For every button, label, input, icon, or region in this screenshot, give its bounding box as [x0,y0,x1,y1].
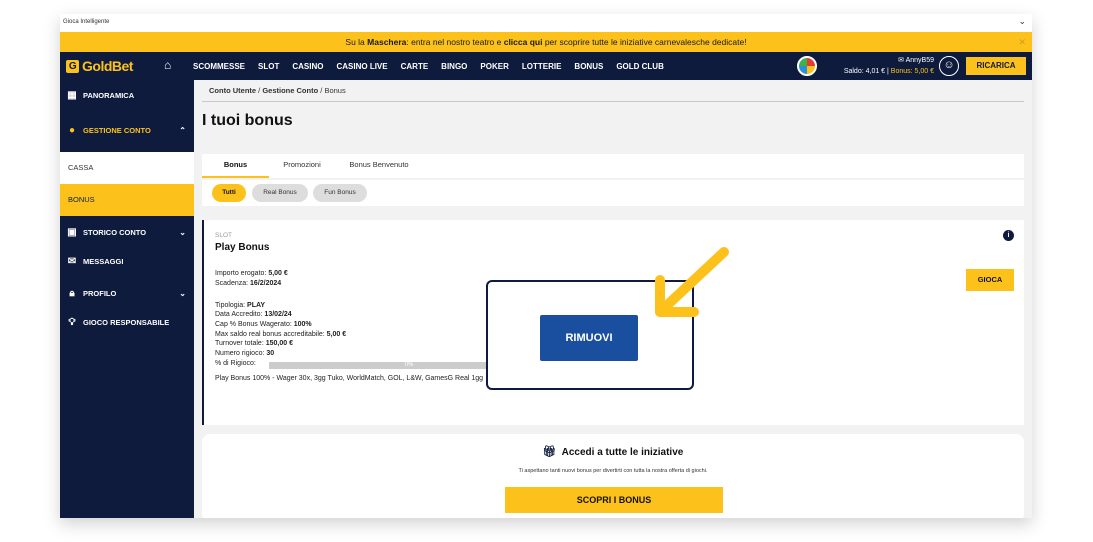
lock-icon: 🔒︎ [69,287,75,299]
nav-slot[interactable]: SLOT [258,62,279,71]
promo-banner[interactable]: Su la Maschera: entra nel nostro teatro … [60,32,1032,52]
top-navbar: G GoldBet ⌂ SCOMMESSE SLOT CASINO CASINO… [60,52,1032,80]
gioca-button[interactable]: GIOCA [966,269,1014,291]
browser-frame: Gioca Intelligente ⌄ Su la Maschera: ent… [60,14,1032,518]
nav-casino-live[interactable]: CASINO LIVE [336,62,387,71]
sidebar-item-label: MESSAGGI [83,256,124,266]
mail-icon: ✉ [67,255,77,267]
iniziative-panel: 🎁︎ Accedi a tutte le iniziative Ti aspett… [202,434,1024,518]
nav-bonus[interactable]: BONUS [574,62,603,71]
bonus-turnover: Turnover totale: 150,00 € [215,340,293,347]
filter-tutti[interactable]: Tutti [212,184,246,202]
nav-bingo[interactable]: BINGO [441,62,467,71]
bonus-max-saldo: Max saldo real bonus accreditabile: 5,00… [215,331,347,338]
bonus-numero-rigioco: Numero rigioco: 30 [215,350,275,357]
sidebar-item-label: GIOCO RESPONSABILE [83,317,170,327]
nav-poker[interactable]: POKER [480,62,508,71]
bonus-cap: Cap % Bonus Wagerato: 100% [215,321,312,328]
tab-bar: Bonus Promozioni Bonus Benvenuto [202,154,1024,178]
sidebar-item-label: GESTIONE CONTO [83,125,151,135]
gift-icon: 🎁︎ [542,446,557,458]
scopri-bonus-button[interactable]: SCOPRI I BONUS [505,487,723,513]
nav-carte[interactable]: CARTE [401,62,429,71]
breadcrumb-bonus: Bonus [324,86,346,95]
tab-bonus-benvenuto[interactable]: Bonus Benvenuto [339,154,419,178]
bonus-importo: Importo erogato: 5,00 € [215,270,288,277]
promo-text: Su la [345,37,368,47]
chevron-down-icon: ⌄ [179,288,186,298]
pointer-arrow-icon [655,247,729,317]
logo-mark: G [66,59,79,73]
ricarica-button[interactable]: RICARICA [966,57,1026,75]
chevron-down-icon: ⌄ [179,227,186,237]
chevron-up-icon: ⌃ [179,125,186,135]
username: AnnyB59 [905,57,934,64]
sidebar-item-messaggi[interactable]: ✉ MESSAGGI [60,248,194,274]
sidebar-item-bonus[interactable]: BONUS [60,184,194,216]
breadcrumb: Conto Utente / Gestione Conto / Bonus [209,86,346,95]
sidebar-item-label: PROFILO [83,288,117,298]
nav-scommesse[interactable]: SCOMMESSE [193,62,245,71]
sidebar-item-storico-conto[interactable]: ▣ STORICO CONTO ⌄ [60,219,194,245]
home-icon[interactable]: ⌂ [164,58,171,72]
arrow-shaft [657,247,729,315]
sidebar: ▦ PANORAMICA ● GESTIONE CONTO ⌃ CASSA BO… [60,80,194,518]
iniziative-title-row: 🎁︎ Accedi a tutte le iniziative [202,445,1024,458]
bonus-scadenza: Scadenza: 16/2/2024 [215,280,282,287]
promo-text-end: per scoprire tutte le iniziative carneva… [542,37,747,47]
bonus-category: SLOT [215,232,232,239]
mail-icon[interactable]: ✉ [898,57,904,64]
promo-bold-maschera: Maschera [367,37,407,47]
nav-lotterie[interactable]: LOTTERIE [522,62,562,71]
promo-text-mid: : entra nel nostro teatro e [406,37,504,47]
window-title: Gioca Intelligente [63,19,110,25]
window-titlebar: Gioca Intelligente ⌄ [60,14,1032,32]
bonus-tipologia: Tipologia: PLAY [215,302,266,309]
promo-link[interactable]: clicca qui [504,37,543,47]
sidebar-item-gioco-responsabile[interactable]: 💡︎ GIOCO RESPONSABILE [60,309,194,335]
tab-bonus[interactable]: Bonus [202,154,269,178]
sidebar-item-cassa[interactable]: CASSA [60,152,194,184]
account-summary[interactable]: ✉ AnnyB59 Saldo: 4,01 € | Bonus: 5,00 € [822,55,934,77]
divider [202,101,1024,102]
grid-icon: ▦ [67,89,77,101]
sidebar-item-gestione-conto[interactable]: ● GESTIONE CONTO ⌃ [60,117,194,143]
user-circle-icon: ● [68,124,76,136]
breadcrumb-conto-utente[interactable]: Conto Utente [209,86,256,95]
bonus-description: Play Bonus 100% - Wager 30x, 3gg Tuko, W… [215,375,484,382]
bonus-data-accredito: Data Accredito: 13/02/24 [215,311,292,318]
prize-wheel-icon[interactable] [797,56,817,76]
iniziative-subtitle: Ti aspettano tanti nuovi bonus per diver… [518,468,708,474]
filter-bar: Tutti Real Bonus Fun Bonus [202,180,1024,206]
nav-casino[interactable]: CASINO [292,62,323,71]
close-icon[interactable]: ✕ [1018,32,1026,52]
chevron-down-icon[interactable]: ⌄ [1018,16,1026,27]
saldo: Saldo: 4,01 € [843,68,886,75]
filter-real-bonus[interactable]: Real Bonus [252,184,308,202]
sidebar-item-profilo[interactable]: 🔒︎ PROFILO ⌄ [60,280,194,306]
page-title: I tuoi bonus [202,112,293,129]
logo[interactable]: G GoldBet [66,58,133,74]
breadcrumb-gestione-conto[interactable]: Gestione Conto [262,86,318,95]
wallet-icon: ▣ [67,226,77,238]
filter-fun-bonus[interactable]: Fun Bonus [313,184,367,202]
bonus-name: Play Bonus [215,242,270,253]
iniziative-title: Accedi a tutte le iniziative [561,447,684,458]
sidebar-item-panoramica[interactable]: ▦ PANORAMICA [60,82,194,108]
user-icon[interactable]: ☺ [939,56,959,76]
bulb-icon: 💡︎ [68,316,76,328]
rimuovi-button[interactable]: RIMUOVI [540,315,638,361]
sidebar-item-label: PANORAMICA [83,90,135,100]
bonus-balance: Bonus: 5,00 € [890,68,934,75]
tab-promozioni[interactable]: Promozioni [274,154,330,178]
info-icon[interactable]: i [1003,230,1014,241]
main-nav: SCOMMESSE SLOT CASINO CASINO LIVE CARTE … [193,52,677,80]
nav-gold-club[interactable]: GOLD CLUB [616,62,664,71]
bonus-rigioco-label: % di Rigioco: [215,360,256,367]
sidebar-item-label: STORICO CONTO [83,227,147,237]
logo-text: GoldBet [82,58,133,74]
